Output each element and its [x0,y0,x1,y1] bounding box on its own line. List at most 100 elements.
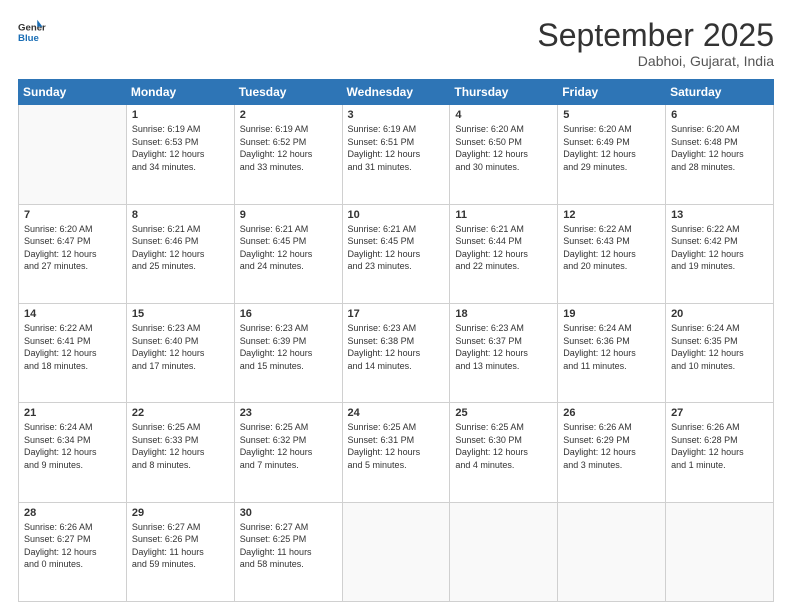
day-number: 7 [24,209,121,221]
day-number: 30 [240,507,337,519]
day-number: 13 [671,209,768,221]
cell-content: Sunrise: 6:25 AM Sunset: 6:32 PM Dayligh… [240,421,337,471]
day-number: 27 [671,407,768,419]
day-number: 11 [455,209,552,221]
logo-icon: General Blue [18,18,46,46]
table-row [19,105,127,204]
cell-content: Sunrise: 6:23 AM Sunset: 6:38 PM Dayligh… [348,322,445,372]
day-number: 16 [240,308,337,320]
cell-content: Sunrise: 6:21 AM Sunset: 6:45 PM Dayligh… [240,223,337,273]
header: General Blue September 2025 Dabhoi, Guja… [18,18,774,69]
day-number: 29 [132,507,229,519]
col-wednesday: Wednesday [342,80,450,105]
table-row: 3 Sunrise: 6:19 AM Sunset: 6:51 PM Daylig… [342,105,450,204]
cell-content: Sunrise: 6:24 AM Sunset: 6:35 PM Dayligh… [671,322,768,372]
day-number: 14 [24,308,121,320]
calendar-week-1: 1 Sunrise: 6:19 AM Sunset: 6:53 PM Daylig… [19,105,774,204]
table-row: 21 Sunrise: 6:24 AM Sunset: 6:34 PM Dayli… [19,403,127,502]
day-number: 10 [348,209,445,221]
table-row [666,502,774,601]
page: General Blue September 2025 Dabhoi, Guja… [0,0,792,612]
table-row: 11Sunrise: 6:21 AM Sunset: 6:44 PM Dayli… [450,204,558,303]
calendar-week-4: 21 Sunrise: 6:24 AM Sunset: 6:34 PM Dayli… [19,403,774,502]
cell-content: Sunrise: 6:19 AM Sunset: 6:51 PM Dayligh… [348,123,445,173]
day-number: 6 [671,109,768,121]
table-row: 8Sunrise: 6:21 AM Sunset: 6:46 PM Daylig… [126,204,234,303]
table-row [342,502,450,601]
table-row: 29 Sunrise: 6:27 AM Sunset: 6:26 PM Dayli… [126,502,234,601]
table-row: 24Sunrise: 6:25 AM Sunset: 6:31 PM Dayli… [342,403,450,502]
calendar-week-3: 14 Sunrise: 6:22 AM Sunset: 6:41 PM Dayli… [19,303,774,402]
table-row: 28Sunrise: 6:26 AM Sunset: 6:27 PM Dayli… [19,502,127,601]
day-number: 23 [240,407,337,419]
day-number: 21 [24,407,121,419]
col-saturday: Saturday [666,80,774,105]
col-thursday: Thursday [450,80,558,105]
day-number: 24 [348,407,445,419]
cell-content: Sunrise: 6:22 AM Sunset: 6:42 PM Dayligh… [671,223,768,273]
day-number: 26 [563,407,660,419]
table-row: 7Sunrise: 6:20 AM Sunset: 6:47 PM Daylig… [19,204,127,303]
day-number: 4 [455,109,552,121]
table-row: 18Sunrise: 6:23 AM Sunset: 6:37 PM Dayli… [450,303,558,402]
table-row: 25 Sunrise: 6:25 AM Sunset: 6:30 PM Dayli… [450,403,558,502]
title-block: September 2025 Dabhoi, Gujarat, India [537,18,774,69]
table-row: 17Sunrise: 6:23 AM Sunset: 6:38 PM Dayli… [342,303,450,402]
day-number: 2 [240,109,337,121]
header-row: Sunday Monday Tuesday Wednesday Thursday… [19,80,774,105]
table-row [450,502,558,601]
cell-content: Sunrise: 6:27 AM Sunset: 6:26 PM Dayligh… [132,521,229,571]
day-number: 20 [671,308,768,320]
svg-text:General: General [18,22,46,33]
logo: General Blue [18,18,46,46]
table-row: 13 Sunrise: 6:22 AM Sunset: 6:42 PM Dayli… [666,204,774,303]
cell-content: Sunrise: 6:19 AM Sunset: 6:53 PM Dayligh… [132,123,229,173]
cell-content: Sunrise: 6:20 AM Sunset: 6:48 PM Dayligh… [671,123,768,173]
cell-content: Sunrise: 6:27 AM Sunset: 6:25 PM Dayligh… [240,521,337,571]
cell-content: Sunrise: 6:25 AM Sunset: 6:30 PM Dayligh… [455,421,552,471]
day-number: 1 [132,109,229,121]
cell-content: Sunrise: 6:26 AM Sunset: 6:29 PM Dayligh… [563,421,660,471]
table-row: 15Sunrise: 6:23 AM Sunset: 6:40 PM Dayli… [126,303,234,402]
day-number: 22 [132,407,229,419]
day-number: 25 [455,407,552,419]
day-number: 18 [455,308,552,320]
subtitle: Dabhoi, Gujarat, India [537,53,774,69]
table-row: 27 Sunrise: 6:26 AM Sunset: 6:28 PM Dayli… [666,403,774,502]
day-number: 19 [563,308,660,320]
month-title: September 2025 [537,18,774,53]
table-row [558,502,666,601]
cell-content: Sunrise: 6:22 AM Sunset: 6:43 PM Dayligh… [563,223,660,273]
cell-content: Sunrise: 6:24 AM Sunset: 6:36 PM Dayligh… [563,322,660,372]
cell-content: Sunrise: 6:25 AM Sunset: 6:33 PM Dayligh… [132,421,229,471]
table-row: 6 Sunrise: 6:20 AM Sunset: 6:48 PM Daylig… [666,105,774,204]
day-number: 8 [132,209,229,221]
table-row: 12 Sunrise: 6:22 AM Sunset: 6:43 PM Dayli… [558,204,666,303]
day-number: 3 [348,109,445,121]
cell-content: Sunrise: 6:24 AM Sunset: 6:34 PM Dayligh… [24,421,121,471]
col-friday: Friday [558,80,666,105]
table-row: 26 Sunrise: 6:26 AM Sunset: 6:29 PM Dayli… [558,403,666,502]
table-row: 20 Sunrise: 6:24 AM Sunset: 6:35 PM Dayli… [666,303,774,402]
day-number: 15 [132,308,229,320]
svg-text:Blue: Blue [18,33,39,44]
table-row: 19 Sunrise: 6:24 AM Sunset: 6:36 PM Dayli… [558,303,666,402]
col-tuesday: Tuesday [234,80,342,105]
table-row: 2Sunrise: 6:19 AM Sunset: 6:52 PM Daylig… [234,105,342,204]
day-number: 28 [24,507,121,519]
table-row: 9 Sunrise: 6:21 AM Sunset: 6:45 PM Daylig… [234,204,342,303]
table-row: 4 Sunrise: 6:20 AM Sunset: 6:50 PM Daylig… [450,105,558,204]
day-number: 9 [240,209,337,221]
calendar-table: Sunday Monday Tuesday Wednesday Thursday… [18,79,774,602]
table-row: 10Sunrise: 6:21 AM Sunset: 6:45 PM Dayli… [342,204,450,303]
cell-content: Sunrise: 6:20 AM Sunset: 6:50 PM Dayligh… [455,123,552,173]
cell-content: Sunrise: 6:26 AM Sunset: 6:28 PM Dayligh… [671,421,768,471]
col-monday: Monday [126,80,234,105]
day-number: 12 [563,209,660,221]
cell-content: Sunrise: 6:23 AM Sunset: 6:39 PM Dayligh… [240,322,337,372]
day-number: 5 [563,109,660,121]
table-row: 30 Sunrise: 6:27 AM Sunset: 6:25 PM Dayli… [234,502,342,601]
cell-content: Sunrise: 6:22 AM Sunset: 6:41 PM Dayligh… [24,322,121,372]
cell-content: Sunrise: 6:20 AM Sunset: 6:49 PM Dayligh… [563,123,660,173]
table-row: 14 Sunrise: 6:22 AM Sunset: 6:41 PM Dayli… [19,303,127,402]
